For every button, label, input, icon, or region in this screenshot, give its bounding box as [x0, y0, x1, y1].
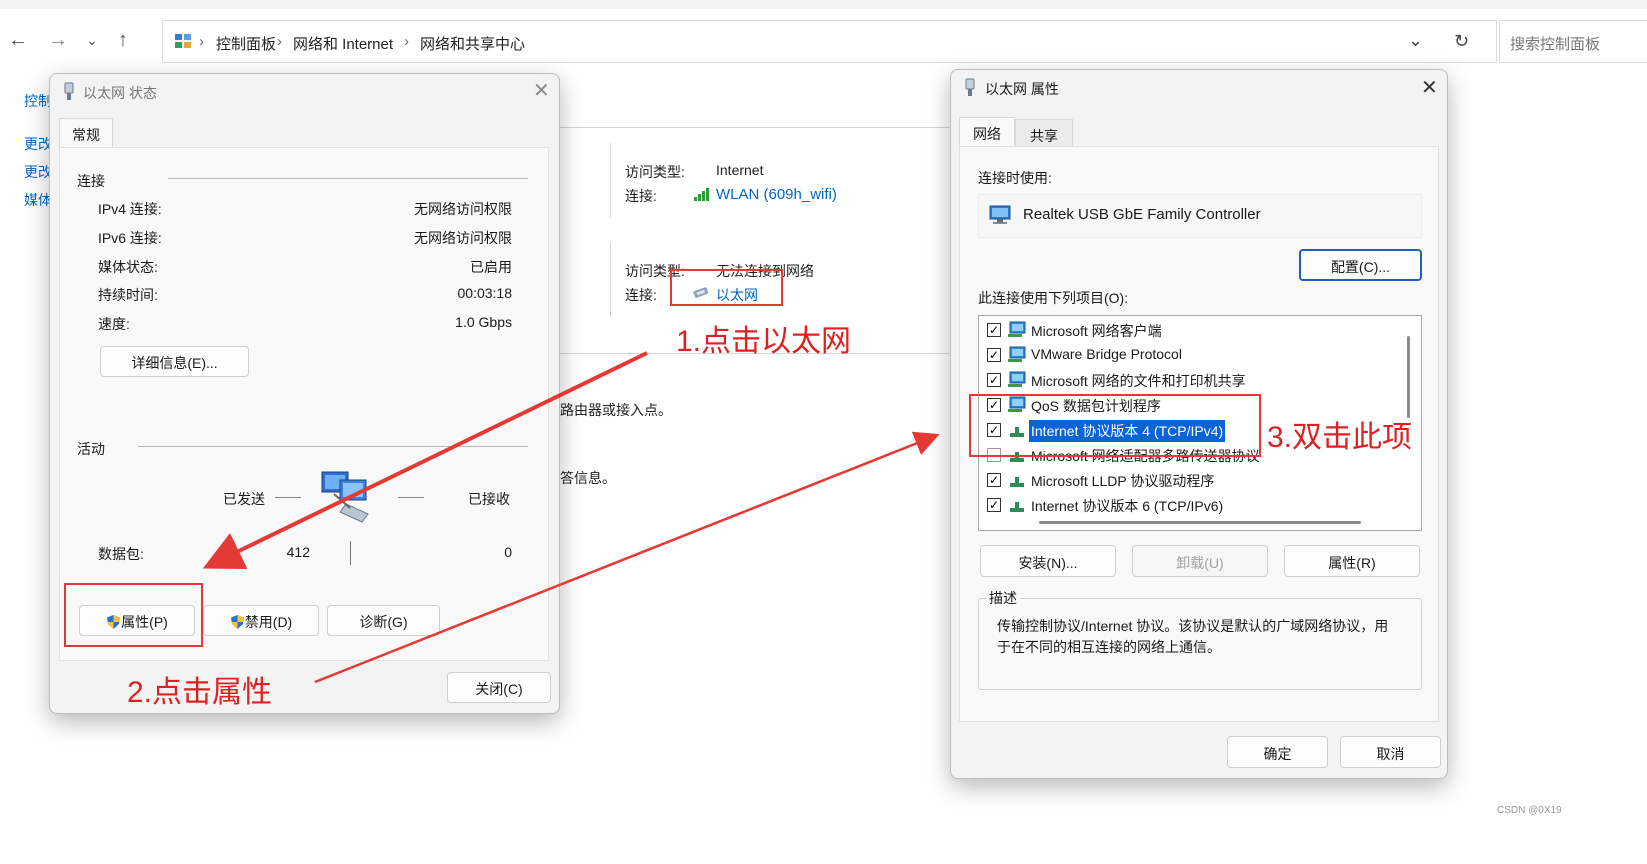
arrow-to-properties: [202, 351, 648, 570]
annotation-step-2: 2.点击属性: [127, 676, 273, 709]
annotation-step-3: 3.双击此项: [1267, 421, 1413, 454]
arrow-to-ipv4: [314, 431, 940, 684]
annotation-step-1: 1.点击以太网: [676, 325, 852, 358]
watermark: CSDN @0X19: [1497, 805, 1562, 816]
